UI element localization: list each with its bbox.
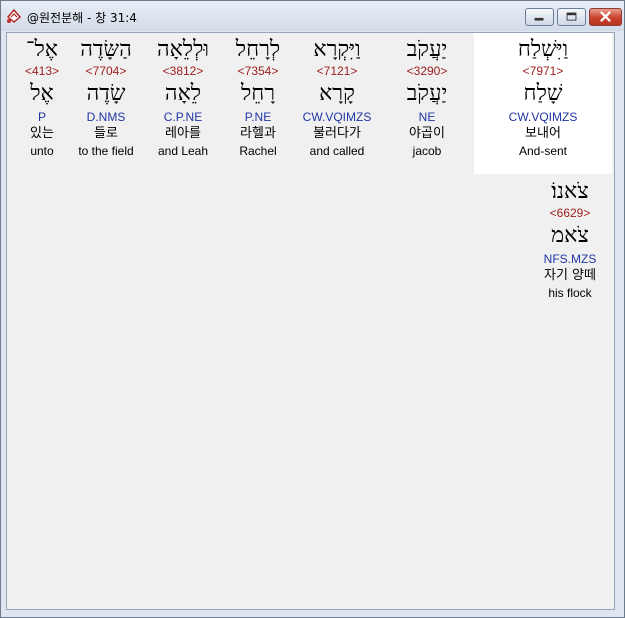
lemma-word: לֵאָה bbox=[164, 81, 202, 106]
maximize-button[interactable] bbox=[557, 8, 586, 26]
lemma-word: אֶל bbox=[30, 81, 54, 106]
hebrew-word: צֹאנוֹ׃ bbox=[551, 179, 589, 204]
english-gloss: to the field bbox=[78, 144, 134, 158]
word-column[interactable]: יַעֲקֹב <3290> יַעֲקֹב NE 야곱이 jacob bbox=[387, 37, 467, 159]
parse-code: P.NE bbox=[244, 110, 272, 124]
strong-number: <3812> bbox=[162, 64, 204, 78]
korean-gloss: 야곱이 bbox=[409, 126, 445, 141]
parse-code: P bbox=[37, 110, 46, 124]
app-window: @원전분해 - 창 31:4 וַיִּשְׁלַח <7971> שָׁלַח… bbox=[0, 0, 625, 618]
word-column[interactable]: הַשָּׂדֶה <7704> שָׂדֶה D.NMS 들로 to the … bbox=[69, 37, 143, 159]
minimize-icon bbox=[534, 17, 544, 21]
english-gloss: and Leah bbox=[157, 144, 209, 158]
app-logo-icon bbox=[7, 8, 21, 23]
english-gloss: and called bbox=[309, 144, 365, 158]
close-icon bbox=[600, 11, 611, 22]
word-column[interactable]: וַיִּקְרָא <7121> קָרָא CW.VQIMZS 불러다가 a… bbox=[292, 37, 382, 159]
hebrew-word: הַשָּׂדֶה bbox=[80, 37, 132, 62]
english-gloss: Rachel bbox=[239, 144, 277, 158]
lemma-word: שָׁלַח bbox=[523, 81, 563, 106]
korean-gloss: 불러다가 bbox=[313, 126, 361, 141]
english-gloss: jacob bbox=[412, 144, 442, 158]
korean-gloss: 라헬과 bbox=[240, 126, 276, 141]
strong-number: <7121> bbox=[316, 64, 358, 78]
english-gloss: his flock bbox=[548, 286, 592, 300]
hebrew-word: וּלְלֵאָה bbox=[156, 37, 210, 62]
parse-code: NE bbox=[418, 110, 436, 124]
hebrew-word: יַעֲקֹב bbox=[406, 37, 448, 62]
interlinear-panel: וַיִּשְׁלַח <7971> שָׁלַח CW.VQIMZS 보내어 … bbox=[6, 32, 615, 610]
korean-gloss: 레아를 bbox=[165, 126, 201, 141]
korean-gloss: 있는 bbox=[30, 126, 54, 141]
window-title: @원전분해 - 창 31:4 bbox=[27, 11, 137, 25]
word-column[interactable]: וַיִּשְׁלַח <7971> שָׁלַח CW.VQIMZS 보내어 … bbox=[474, 33, 612, 174]
strong-number: <6629> bbox=[549, 206, 591, 220]
word-column[interactable]: לְרָחֵל <7354> רָחֵל P.NE 라헬과 Rachel bbox=[223, 37, 293, 159]
strong-number: <413> bbox=[24, 64, 60, 78]
strong-number: <7354> bbox=[237, 64, 279, 78]
parse-code: C.P.NE bbox=[163, 110, 203, 124]
korean-gloss: 자기 양떼 bbox=[544, 268, 596, 283]
minimize-button[interactable] bbox=[525, 8, 554, 26]
lemma-word: רָחֵל bbox=[240, 81, 276, 106]
strong-number: <7704> bbox=[85, 64, 127, 78]
word-column[interactable]: צֹאנוֹ׃ <6629> צֹאמ NFS.MZS 자기 양떼 his fl… bbox=[525, 179, 615, 301]
lemma-word: יַעֲקֹב bbox=[406, 81, 448, 106]
word-column[interactable]: אֶל־ <413> אֶל P 있는 unto bbox=[14, 37, 70, 159]
word-column[interactable]: וּלְלֵאָה <3812> לֵאָה C.P.NE 레아를 and Le… bbox=[145, 37, 221, 159]
title-bar[interactable]: @원전분해 - 창 31:4 bbox=[1, 1, 624, 31]
korean-gloss: 들로 bbox=[94, 126, 118, 141]
close-button[interactable] bbox=[589, 8, 622, 26]
parse-code: NFS.MZS bbox=[543, 252, 597, 266]
strong-number: <7971> bbox=[522, 64, 564, 78]
english-gloss: unto bbox=[30, 144, 54, 158]
lemma-word: שָׂדֶה bbox=[86, 81, 126, 106]
hebrew-word: וַיִּקְרָא bbox=[313, 37, 361, 62]
parse-code: CW.VQIMZS bbox=[302, 110, 372, 124]
english-gloss: And-sent bbox=[518, 144, 568, 158]
lemma-word: קָרָא bbox=[319, 81, 355, 106]
parse-code: CW.VQIMZS bbox=[508, 110, 578, 124]
parse-code: D.NMS bbox=[86, 110, 126, 124]
lemma-word: צֹאמ bbox=[551, 223, 589, 248]
hebrew-word: וַיִּשְׁלַח bbox=[517, 37, 569, 62]
strong-number: <3290> bbox=[406, 64, 448, 78]
korean-gloss: 보내어 bbox=[525, 126, 561, 141]
hebrew-word: אֶל־ bbox=[26, 37, 58, 62]
hebrew-word: לְרָחֵל bbox=[235, 37, 281, 62]
maximize-icon bbox=[566, 12, 577, 21]
